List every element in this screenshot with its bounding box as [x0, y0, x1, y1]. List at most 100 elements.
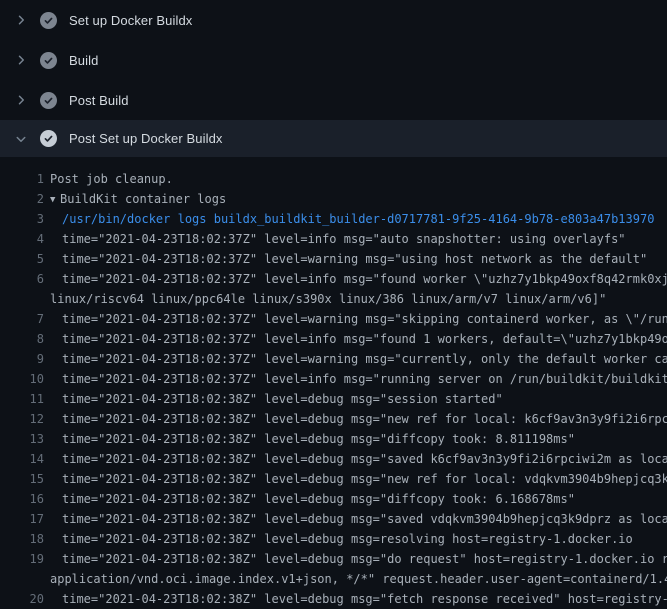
chevron-down-icon	[13, 131, 29, 147]
line-text-content: time="2021-04-23T18:02:37Z" level=info m…	[62, 372, 667, 386]
log-line: 18 time="2021-04-23T18:02:38Z" level=deb…	[0, 529, 667, 549]
log-view: 1 Post job cleanup. 2 ▼BuildKit containe…	[0, 157, 667, 609]
line-number[interactable]: 8	[0, 329, 44, 349]
line-text: time="2021-04-23T18:02:38Z" level=debug …	[62, 529, 633, 549]
line-text: time="2021-04-23T18:02:38Z" level=debug …	[62, 429, 575, 449]
section-title: Set up Docker Buildx	[69, 13, 192, 28]
line-text: application/vnd.oci.image.index.v1+json,…	[50, 569, 667, 589]
log-line: 20 time="2021-04-23T18:02:38Z" level=deb…	[0, 589, 667, 609]
line-number[interactable]: 3	[0, 209, 44, 229]
line-text: time="2021-04-23T18:02:38Z" level=debug …	[62, 389, 503, 409]
line-number[interactable]: 18	[0, 529, 44, 549]
log-line: 1 Post job cleanup.	[0, 169, 667, 189]
line-number[interactable]: 13	[0, 429, 44, 449]
log-line: 15 time="2021-04-23T18:02:38Z" level=deb…	[0, 469, 667, 489]
line-number[interactable]: 12	[0, 409, 44, 429]
line-text-content: time="2021-04-23T18:02:37Z" level=warnin…	[62, 312, 667, 326]
log-line: 3 /usr/bin/docker logs buildx_buildkit_b…	[0, 209, 667, 229]
line-text-content: time="2021-04-23T18:02:37Z" level=warnin…	[62, 352, 667, 366]
log-line: 5 time="2021-04-23T18:02:37Z" level=warn…	[0, 249, 667, 269]
line-text-content: time="2021-04-23T18:02:38Z" level=debug …	[62, 592, 667, 606]
line-text-content: linux/riscv64 linux/ppc64le linux/s390x …	[50, 292, 606, 306]
line-text: /usr/bin/docker logs buildx_buildkit_bui…	[62, 209, 654, 229]
log-line: 9 time="2021-04-23T18:02:37Z" level=warn…	[0, 349, 667, 369]
line-text-content: time="2021-04-23T18:02:38Z" level=debug …	[62, 532, 633, 546]
line-text-content: application/vnd.oci.image.index.v1+json,…	[50, 572, 667, 586]
line-text: time="2021-04-23T18:02:37Z" level=info m…	[62, 329, 667, 349]
line-number[interactable]: 17	[0, 509, 44, 529]
line-number[interactable]	[0, 289, 44, 309]
chevron-right-icon	[13, 92, 29, 108]
check-circle-icon	[40, 12, 57, 29]
line-text-content: time="2021-04-23T18:02:37Z" level=info m…	[62, 332, 667, 346]
line-text: time="2021-04-23T18:02:38Z" level=debug …	[62, 489, 575, 509]
line-text-content: time="2021-04-23T18:02:38Z" level=debug …	[62, 492, 575, 506]
log-line: 17 time="2021-04-23T18:02:38Z" level=deb…	[0, 509, 667, 529]
check-circle-icon	[40, 130, 57, 147]
line-text-content: time="2021-04-23T18:02:38Z" level=debug …	[62, 412, 667, 426]
section-title: Build	[69, 53, 98, 68]
group-caret-icon[interactable]: ▼	[50, 190, 60, 209]
line-text: time="2021-04-23T18:02:38Z" level=debug …	[62, 409, 667, 429]
line-text-content: Post job cleanup.	[50, 172, 173, 186]
line-text: time="2021-04-23T18:02:38Z" level=debug …	[62, 449, 667, 469]
line-text-content: time="2021-04-23T18:02:37Z" level=warnin…	[62, 252, 647, 266]
log-line: linux/riscv64 linux/ppc64le linux/s390x …	[0, 289, 667, 309]
job-step-section[interactable]: Post Build	[0, 80, 667, 120]
log-line: 11 time="2021-04-23T18:02:38Z" level=deb…	[0, 389, 667, 409]
job-step-section[interactable]: Post Set up Docker Buildx	[0, 120, 667, 157]
job-steps: Set up Docker Buildx Build Post Build	[0, 0, 667, 157]
log-line: 4 time="2021-04-23T18:02:37Z" level=info…	[0, 229, 667, 249]
line-text-content: time="2021-04-23T18:02:38Z" level=debug …	[62, 472, 667, 486]
log-line: 10 time="2021-04-23T18:02:37Z" level=inf…	[0, 369, 667, 389]
line-text-content: time="2021-04-23T18:02:38Z" level=debug …	[62, 552, 667, 566]
line-number[interactable]: 15	[0, 469, 44, 489]
line-text-content: time="2021-04-23T18:02:38Z" level=debug …	[62, 512, 667, 526]
line-number[interactable]	[0, 569, 44, 589]
line-text: time="2021-04-23T18:02:38Z" level=debug …	[62, 549, 667, 569]
job-step-section[interactable]: Set up Docker Buildx	[0, 0, 667, 40]
line-text-content: time="2021-04-23T18:02:37Z" level=info m…	[62, 272, 667, 286]
line-number[interactable]: 10	[0, 369, 44, 389]
line-number[interactable]: 6	[0, 269, 44, 289]
line-number[interactable]: 9	[0, 349, 44, 369]
line-number[interactable]: 11	[0, 389, 44, 409]
line-text: time="2021-04-23T18:02:38Z" level=debug …	[62, 589, 667, 609]
line-number[interactable]: 2	[0, 189, 44, 209]
line-number[interactable]: 14	[0, 449, 44, 469]
log-line: 13 time="2021-04-23T18:02:38Z" level=deb…	[0, 429, 667, 449]
log-line: 12 time="2021-04-23T18:02:38Z" level=deb…	[0, 409, 667, 429]
line-text: time="2021-04-23T18:02:37Z" level=warnin…	[62, 349, 667, 369]
line-text: linux/riscv64 linux/ppc64le linux/s390x …	[50, 289, 606, 309]
job-step-section[interactable]: Build	[0, 40, 667, 80]
line-text-content: BuildKit container logs	[60, 192, 226, 206]
line-text: time="2021-04-23T18:02:38Z" level=debug …	[62, 469, 667, 489]
line-number[interactable]: 20	[0, 589, 44, 609]
section-title: Post Set up Docker Buildx	[69, 131, 223, 146]
log-line: 7 time="2021-04-23T18:02:37Z" level=warn…	[0, 309, 667, 329]
line-text: time="2021-04-23T18:02:38Z" level=debug …	[62, 509, 667, 529]
log-line: application/vnd.oci.image.index.v1+json,…	[0, 569, 667, 589]
line-text: time="2021-04-23T18:02:37Z" level=info m…	[62, 269, 667, 289]
log-line: 19 time="2021-04-23T18:02:38Z" level=deb…	[0, 549, 667, 569]
line-text-content: time="2021-04-23T18:02:38Z" level=debug …	[62, 452, 667, 466]
line-text: time="2021-04-23T18:02:37Z" level=warnin…	[62, 309, 667, 329]
log-line: 14 time="2021-04-23T18:02:38Z" level=deb…	[0, 449, 667, 469]
line-number[interactable]: 7	[0, 309, 44, 329]
log-line: 6 time="2021-04-23T18:02:37Z" level=info…	[0, 269, 667, 289]
line-text-content: time="2021-04-23T18:02:37Z" level=info m…	[62, 232, 626, 246]
section-title: Post Build	[69, 93, 129, 108]
line-text: time="2021-04-23T18:02:37Z" level=info m…	[62, 369, 667, 389]
line-number[interactable]: 19	[0, 549, 44, 569]
log-line: 2 ▼BuildKit container logs	[0, 189, 667, 209]
line-number[interactable]: 4	[0, 229, 44, 249]
chevron-right-icon	[13, 12, 29, 28]
line-text-content: time="2021-04-23T18:02:38Z" level=debug …	[62, 392, 503, 406]
log-line: 16 time="2021-04-23T18:02:38Z" level=deb…	[0, 489, 667, 509]
line-number[interactable]: 5	[0, 249, 44, 269]
line-number[interactable]: 1	[0, 169, 44, 189]
line-text: ▼BuildKit container logs	[50, 189, 226, 209]
line-text: time="2021-04-23T18:02:37Z" level=info m…	[62, 229, 626, 249]
line-number[interactable]: 16	[0, 489, 44, 509]
check-circle-icon	[40, 52, 57, 69]
